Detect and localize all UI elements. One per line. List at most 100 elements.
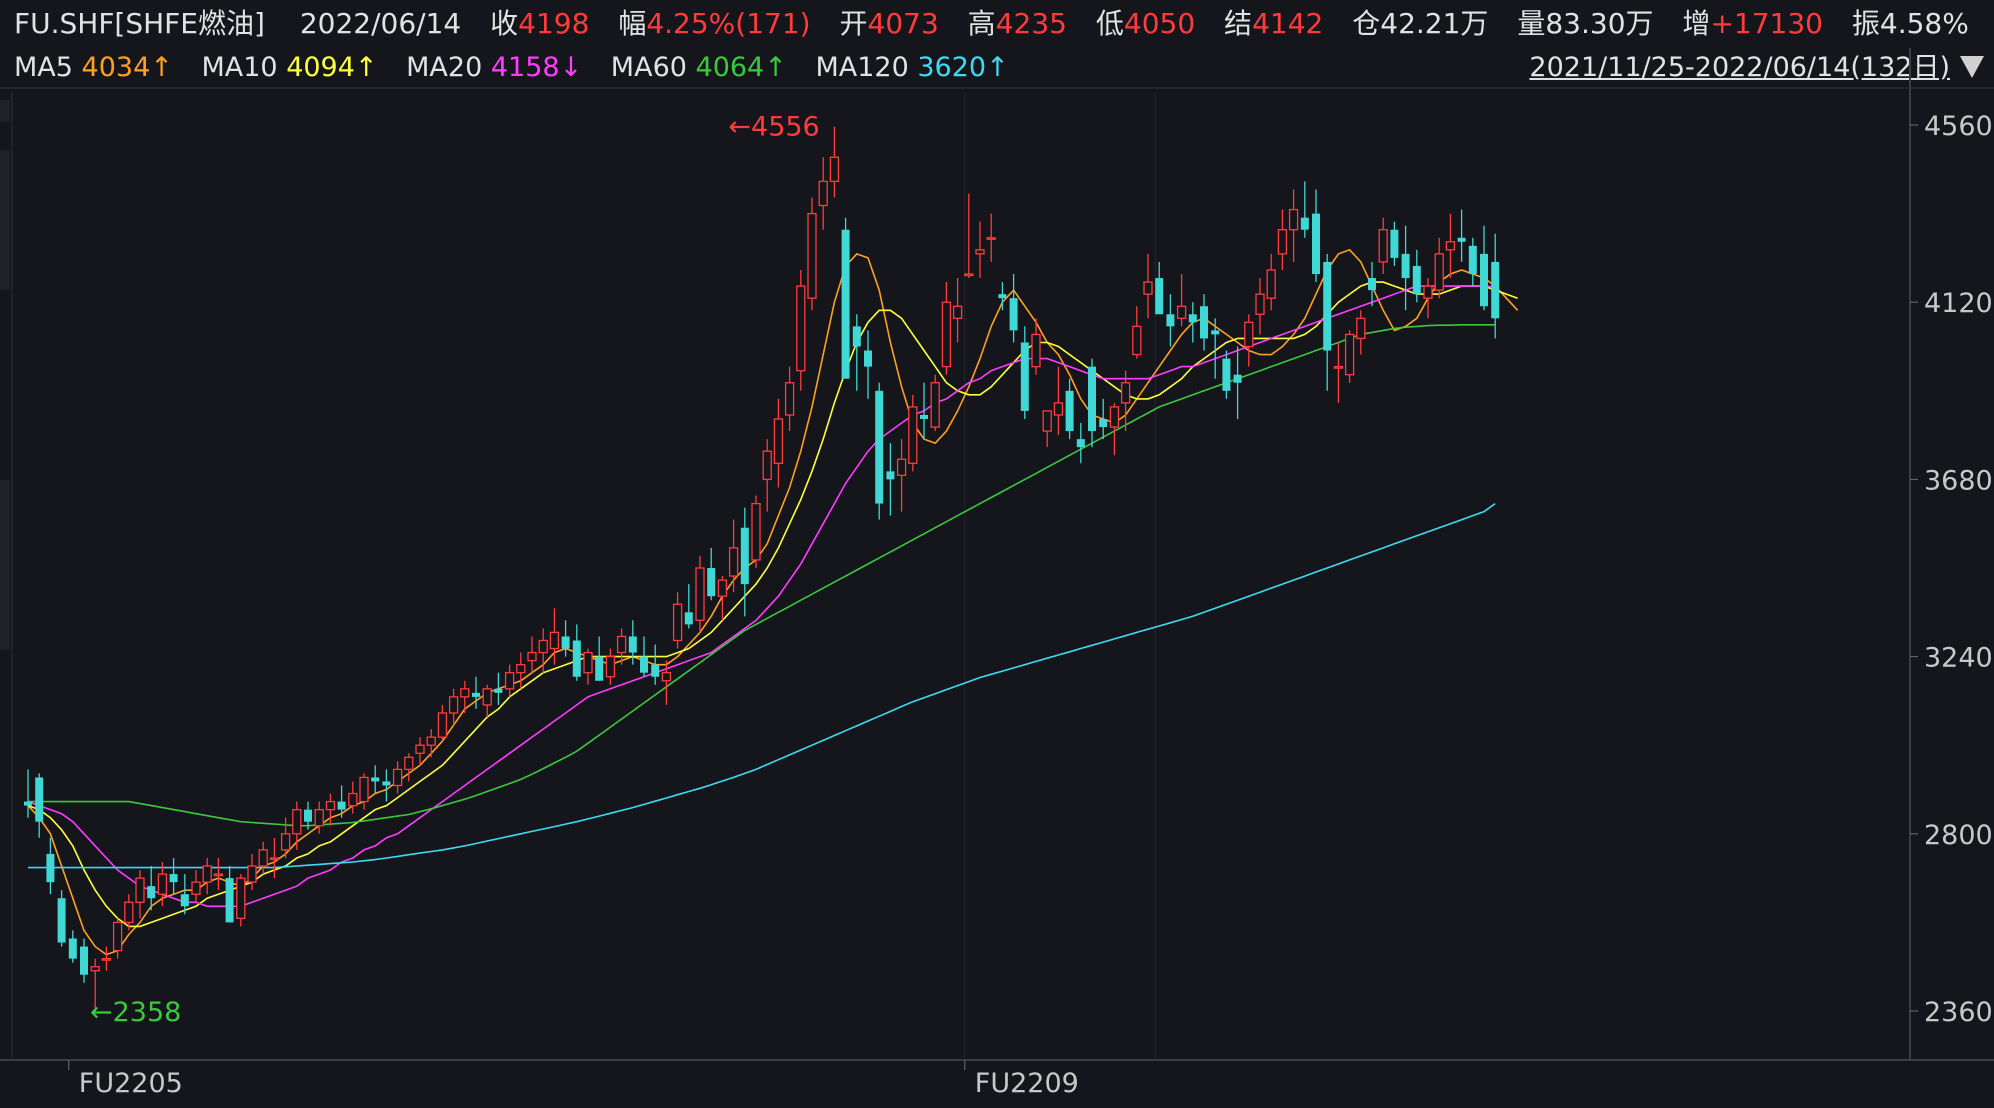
time-axis: FU2205 FU2209 <box>68 1060 1079 1099</box>
candle-up <box>941 282 952 375</box>
candle-body <box>1368 278 1376 291</box>
candle-up <box>896 439 907 512</box>
candle-body <box>762 450 772 481</box>
candle-down <box>180 874 189 915</box>
candle-up <box>818 157 828 230</box>
candle-down <box>572 624 581 681</box>
candle-body <box>1266 269 1276 299</box>
candle-body <box>247 865 257 883</box>
candle-body <box>1076 439 1085 448</box>
candle-body <box>1166 314 1175 327</box>
candle-up <box>1288 189 1299 262</box>
candle-body <box>886 471 895 480</box>
candle-down <box>169 857 178 895</box>
candle-down <box>35 773 44 838</box>
candle-body <box>941 301 952 368</box>
candle-body <box>841 229 850 379</box>
candle-up <box>437 704 448 742</box>
candle-body <box>1344 333 1355 376</box>
candle-up <box>695 555 705 633</box>
candle-up <box>1423 278 1433 319</box>
candle-body <box>684 612 693 625</box>
candle-body <box>1088 366 1096 432</box>
candle-down <box>1188 302 1197 343</box>
candle-body <box>1200 306 1208 339</box>
candle-body <box>169 874 178 883</box>
candle-body <box>494 688 503 693</box>
candle-down <box>1233 346 1242 419</box>
candle-down <box>1368 261 1376 307</box>
candle-body <box>1288 208 1299 231</box>
candle-body <box>1480 253 1488 307</box>
candles <box>24 126 1500 1012</box>
candle-body <box>1300 217 1309 230</box>
candlestick-chart[interactable]: ←4556 ←2358 2360 2800 3240 3680 4120 4560 FU22… <box>0 0 1994 1108</box>
candle-body <box>348 792 358 807</box>
candle-up <box>829 126 840 198</box>
candle-body <box>1457 237 1466 242</box>
candle-down <box>1166 294 1175 347</box>
candle-up <box>415 737 425 766</box>
candle-body <box>640 656 648 673</box>
candle-body <box>57 898 66 943</box>
candle-up <box>236 874 246 927</box>
candle-body <box>583 651 593 674</box>
candle-up <box>784 366 795 432</box>
candle-up <box>460 680 470 713</box>
candle-up <box>796 269 806 391</box>
candle-body <box>304 809 312 822</box>
candle-down <box>640 636 648 677</box>
candle-down <box>1155 261 1164 315</box>
candle-up <box>292 801 302 850</box>
candle-down <box>595 636 604 681</box>
candle-up <box>314 801 324 834</box>
candle-body <box>1109 406 1120 428</box>
candle-down <box>24 769 32 818</box>
candle-up <box>191 870 201 903</box>
candle-body <box>1445 241 1456 251</box>
candle-up <box>672 592 683 649</box>
candle-up <box>762 439 772 512</box>
candle-body <box>292 808 302 835</box>
candle-up <box>1378 217 1388 275</box>
candle-body <box>472 692 480 697</box>
candle-body <box>728 547 739 577</box>
candle-down <box>875 382 884 520</box>
candle-up <box>1344 330 1355 383</box>
candle-body <box>561 636 570 649</box>
candle-body <box>1233 374 1242 383</box>
candle-body <box>35 777 44 822</box>
candle-up <box>717 576 728 621</box>
moving-average-lines <box>27 248 1519 956</box>
candle-up <box>1143 253 1153 319</box>
candle-body <box>1412 265 1421 295</box>
candle-body <box>986 237 996 240</box>
candle-down <box>864 330 872 399</box>
candle-body <box>875 390 884 504</box>
candle-body <box>807 212 817 299</box>
candle-body <box>460 688 470 698</box>
x-tick-label: FU2205 <box>79 1068 183 1099</box>
ma20-line <box>27 285 1496 908</box>
candle-up <box>1042 410 1052 448</box>
candle-body <box>258 849 268 867</box>
candle-body <box>24 801 32 806</box>
candle-body <box>1401 253 1410 279</box>
y-tick-label: 2360 <box>1924 997 1993 1028</box>
candle-body <box>1255 293 1265 315</box>
candle-up <box>527 636 537 673</box>
candle-up <box>1333 342 1344 403</box>
candle-body <box>1132 325 1142 356</box>
candle-up <box>986 213 996 262</box>
candle-body <box>952 305 963 319</box>
candle-down <box>1065 378 1074 440</box>
candle-body <box>236 877 246 920</box>
y-tick-label: 2800 <box>1924 820 1993 851</box>
candle-body <box>908 406 918 464</box>
candle-up <box>101 946 112 971</box>
candle-down <box>1323 253 1332 391</box>
candle-up <box>1244 314 1254 367</box>
candle-up <box>112 918 123 959</box>
candle-body <box>717 579 728 597</box>
candle-body <box>415 744 425 754</box>
